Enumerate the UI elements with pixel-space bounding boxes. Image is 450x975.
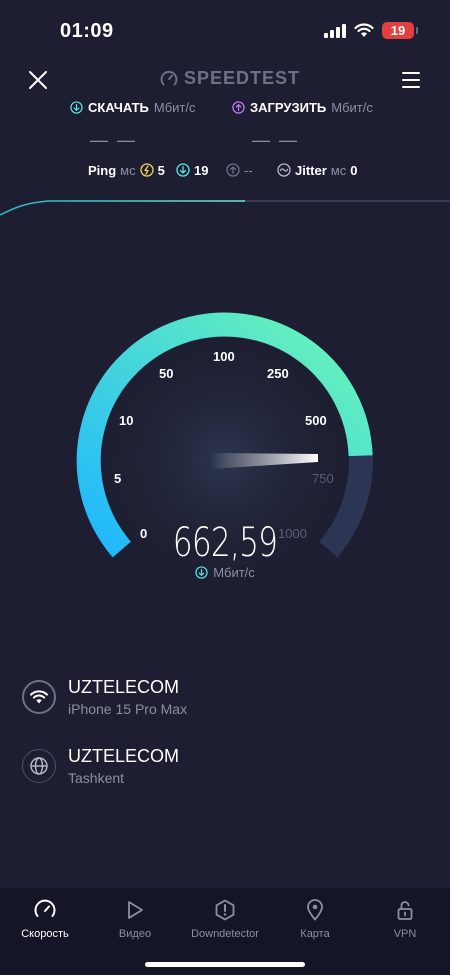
jitter-unit: мс [330,162,347,178]
gauge-icon [34,899,56,917]
connection-provider-text: UZTELECOM iPhone 15 Pro Max [68,677,187,717]
download-unit: Мбит/с [153,100,196,115]
connection-provider[interactable]: UZTELECOM iPhone 15 Pro Max [22,677,187,717]
jitter: Jitter мс 0 [277,163,357,178]
gauge-tick-5: 5 [114,471,121,486]
tab-map[interactable]: Карта [270,898,360,940]
connection-server[interactable]: UZTELECOM Tashkent [22,746,179,786]
ping-upload-value: -- [244,162,253,178]
header: SPEEDTEST [0,62,450,98]
ping-upload-icon [226,163,240,177]
speedtest-logo-icon [160,70,178,85]
graph-line [0,200,245,216]
download-value: — — [90,130,138,150]
status-time: 01:09 [60,20,114,42]
provider-title: UZTELECOM [68,677,180,697]
upload-unit: Мбит/с [331,100,373,115]
gauge-tick-250: 250 [267,366,289,381]
wifi-status-icon [354,23,374,37]
gauge-tick-10: 10 [119,413,133,428]
ping-idle: Ping мс 5 [88,163,165,178]
jitter-label: Jitter [295,162,327,178]
tab-map-label: Карта [300,928,330,940]
alert-icon [215,899,235,921]
ping-download-icon [176,163,190,177]
jitter-value: 0 [350,162,358,178]
download-arrow-icon [70,101,83,114]
download-metric: СКАЧАТЬ Мбит/с [70,100,196,115]
tab-vpn-label: VPN [393,928,417,940]
connection-server-text: UZTELECOM Tashkent [68,746,179,786]
home-indicator[interactable] [145,962,305,967]
tab-vpn[interactable]: VPN [360,898,450,940]
download-label: СКАЧАТЬ [88,100,149,115]
lock-icon [397,901,413,920]
upload-label: ЗАГРУЗИТЬ [250,100,327,115]
speed-unit: Мбит/с [213,565,255,580]
upload-metric: ЗАГРУЗИТЬ Мбит/с [232,100,373,115]
status-bar: 01:09 19 [0,0,450,60]
globe-icon [22,749,56,783]
play-icon [128,901,143,919]
tab-video-label: Видео [118,928,152,940]
wifi-icon [22,680,56,714]
speed-value: 662,59 [172,520,278,566]
upload-value: — — [252,130,300,150]
ping-idle-icon [139,163,154,177]
tab-speed[interactable]: Скорость [0,898,90,940]
ping-upload: -- [226,163,253,178]
gauge-tick-500: 500 [305,413,327,428]
ping-unit: мс [120,162,136,178]
logo-text: SPEEDTEST [184,68,301,88]
map-pin-icon [307,899,323,921]
speed-unit-row: Мбит/с [0,565,450,580]
server-location: Tashkent [68,770,125,786]
upload-arrow-icon [232,101,245,114]
status-icons: 19 [324,22,418,39]
ping-download-value: 19 [194,162,209,178]
ping-download: 19 [176,163,208,178]
gauge-tick-750: 750 [312,471,334,486]
server-title: UZTELECOM [68,746,180,766]
ping-label: Ping [88,162,117,178]
close-icon[interactable] [26,68,50,92]
signal-icon [324,23,346,38]
tab-video[interactable]: Видео [90,898,180,940]
tab-downdetector-label: Downdetector [191,928,259,940]
jitter-icon [277,163,291,177]
speed-graph [0,200,450,216]
tab-downdetector[interactable]: Downdetector [180,898,270,940]
speed-download-icon [195,566,208,579]
ping-idle-value: 5 [157,162,165,178]
tab-bar: Скорость Видео Downdetector Карта VPN [0,888,450,975]
speedtest-logo: SPEEDTEST [160,68,300,89]
gauge-tick-100: 100 [213,349,235,364]
battery-indicator: 19 [382,22,418,39]
gauge-tick-50: 50 [159,366,173,381]
provider-device: iPhone 15 Pro Max [68,701,188,717]
tab-speed-label: Скорость [21,928,69,940]
menu-icon[interactable] [400,69,422,91]
